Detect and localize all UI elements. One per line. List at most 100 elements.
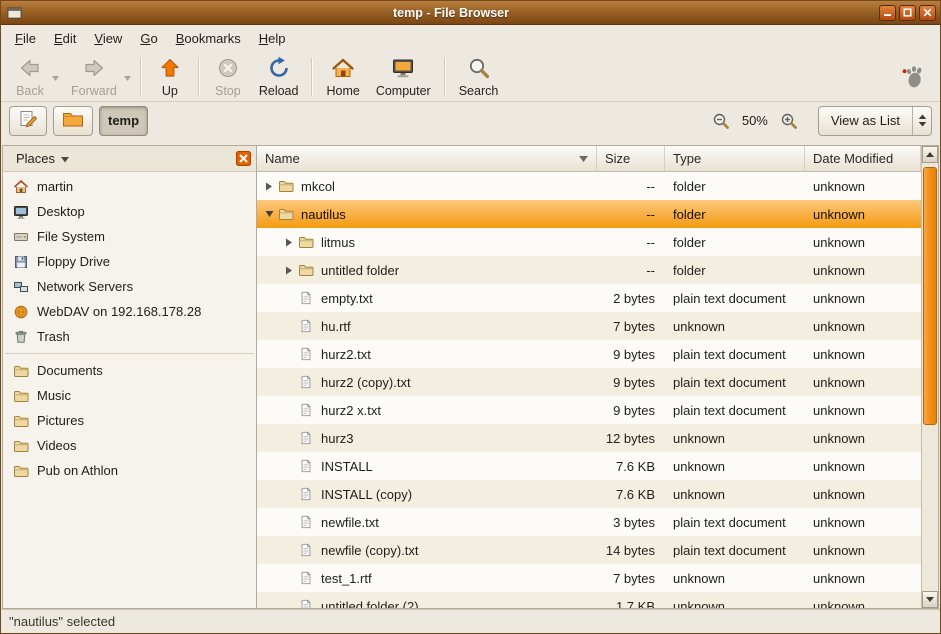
- file-row-install-copy[interactable]: INSTALL (copy)7.6 KBunknownunknown: [257, 480, 921, 508]
- file-name-label: hurz2.txt: [321, 347, 371, 362]
- titlebar[interactable]: temp - File Browser: [1, 1, 940, 25]
- vertical-scrollbar[interactable]: [921, 146, 938, 608]
- file-modified-cell: unknown: [805, 347, 921, 362]
- file-name-label: hurz2 (copy).txt: [321, 375, 411, 390]
- stop-button[interactable]: Stop: [205, 54, 251, 100]
- path-root-button[interactable]: [53, 106, 93, 136]
- file-row-hurz2-copy-txt[interactable]: hurz2 (copy).txt9 bytesplain text docume…: [257, 368, 921, 396]
- file-row-hurz2-x-txt[interactable]: hurz2 x.txt9 bytesplain text documentunk…: [257, 396, 921, 424]
- path-current-button[interactable]: temp: [99, 106, 148, 136]
- sidebar-item-floppy-drive[interactable]: Floppy Drive: [3, 249, 256, 274]
- sidebar-item-music[interactable]: Music: [3, 383, 256, 408]
- menu-bookmarks[interactable]: Bookmarks: [167, 27, 250, 50]
- computer-button[interactable]: Computer: [368, 54, 439, 100]
- file-modified-cell: unknown: [805, 375, 921, 390]
- sidebar-item-file-system[interactable]: File System: [3, 224, 256, 249]
- scroll-up-button[interactable]: [922, 146, 938, 163]
- toolbar-separator: [444, 58, 446, 96]
- search-button[interactable]: Search: [451, 54, 507, 100]
- toggle-location-entry-button[interactable]: [9, 106, 47, 136]
- back-dropdown-button[interactable]: [50, 69, 61, 84]
- sidebar-item-pub-on-athlon[interactable]: Pub on Athlon: [3, 458, 256, 483]
- sidebar-item-pictures[interactable]: Pictures: [3, 408, 256, 433]
- menu-help[interactable]: Help: [250, 27, 295, 50]
- sidebar-item-network-servers[interactable]: Network Servers: [3, 274, 256, 299]
- trash-icon: [12, 329, 29, 345]
- computer-icon: [391, 56, 415, 83]
- expander-open-icon[interactable]: [261, 210, 277, 218]
- menu-edit[interactable]: Edit: [45, 27, 85, 50]
- window-close-button[interactable]: [919, 5, 936, 21]
- file-row-hu-rtf[interactable]: hu.rtf7 bytesunknownunknown: [257, 312, 921, 340]
- file-name-cell: nautilus: [257, 206, 597, 222]
- filesystem-icon: [12, 229, 29, 245]
- window-maximize-button[interactable]: [899, 5, 916, 21]
- scroll-down-button[interactable]: [922, 591, 938, 608]
- menu-view[interactable]: View: [85, 27, 131, 50]
- network-icon: [12, 279, 29, 295]
- reload-button[interactable]: Reload: [251, 54, 307, 100]
- text-file-icon: [297, 290, 315, 306]
- column-header-date-modified[interactable]: Date Modified: [805, 146, 921, 171]
- file-type-cell: unknown: [665, 599, 805, 609]
- zoom-in-button[interactable]: [778, 110, 800, 132]
- reload-icon: [267, 56, 291, 83]
- file-row-untitled-folder[interactable]: untitled folder--folderunknown: [257, 256, 921, 284]
- file-row-empty-txt[interactable]: empty.txt2 bytesplain text documentunkno…: [257, 284, 921, 312]
- back-button[interactable]: Back: [7, 54, 53, 100]
- forward-button[interactable]: Forward: [63, 54, 125, 100]
- toolbar-group-computer: Computer: [368, 54, 439, 100]
- file-row-newfile-txt[interactable]: newfile.txt3 bytesplain text documentunk…: [257, 508, 921, 536]
- location-bar: temp 50% View as List: [1, 102, 940, 139]
- expander-closed-icon[interactable]: [281, 238, 297, 247]
- file-row-newfile-copy-txt[interactable]: newfile (copy).txt14 bytesplain text doc…: [257, 536, 921, 564]
- sidebar-item-label: Desktop: [37, 204, 85, 219]
- file-type-cell: folder: [665, 235, 805, 250]
- file-size-cell: 1.7 KB: [597, 599, 665, 609]
- sidebar-item-martin[interactable]: martin: [3, 174, 256, 199]
- text-file-icon: [297, 542, 315, 558]
- file-row-hurz2-txt[interactable]: hurz2.txt9 bytesplain text documentunkno…: [257, 340, 921, 368]
- file-modified-cell: unknown: [805, 319, 921, 334]
- sidebar-item-trash[interactable]: Trash: [3, 324, 256, 349]
- file-size-cell: 14 bytes: [597, 543, 665, 558]
- expander-closed-icon[interactable]: [261, 182, 277, 191]
- forward-arrow-icon: [82, 56, 106, 83]
- sidebar-item-desktop[interactable]: Desktop: [3, 199, 256, 224]
- zoom-level: 50%: [740, 113, 770, 128]
- file-row-hurz3[interactable]: hurz312 bytesunknownunknown: [257, 424, 921, 452]
- expander-closed-icon[interactable]: [281, 266, 297, 275]
- file-row-mkcol[interactable]: mkcol--folderunknown: [257, 172, 921, 200]
- menu-go[interactable]: Go: [131, 27, 166, 50]
- file-row-litmus[interactable]: litmus--folderunknown: [257, 228, 921, 256]
- column-header-type[interactable]: Type: [665, 146, 805, 171]
- status-bar: "nautilus" selected: [1, 609, 940, 633]
- zoom-out-button[interactable]: [710, 110, 732, 132]
- sidebar-item-webdav-on-192-168-178-28[interactable]: WebDAV on 192.168.178.28: [3, 299, 256, 324]
- file-row-test-1-rtf[interactable]: test_1.rtf7 bytesunknownunknown: [257, 564, 921, 592]
- home-button[interactable]: Home: [318, 54, 367, 100]
- file-name-label: newfile (copy).txt: [321, 543, 419, 558]
- file-row-untitled-folder-2[interactable]: untitled folder (2)1.7 KBunknownunknown: [257, 592, 921, 608]
- file-row-install[interactable]: INSTALL7.6 KBunknownunknown: [257, 452, 921, 480]
- column-header-size[interactable]: Size: [597, 146, 665, 171]
- up-button[interactable]: Up: [147, 54, 193, 100]
- column-header-name[interactable]: Name: [257, 146, 597, 171]
- file-type-cell: plain text document: [665, 375, 805, 390]
- toolbar-group-home: Home: [318, 54, 367, 100]
- scrollbar-thumb[interactable]: [923, 167, 937, 425]
- file-name-cell: newfile (copy).txt: [257, 542, 597, 558]
- file-modified-cell: unknown: [805, 179, 921, 194]
- menu-file[interactable]: File: [6, 27, 45, 50]
- window-controls: [879, 5, 936, 21]
- spinner-arrows-icon: [912, 107, 931, 135]
- window-minimize-button[interactable]: [879, 5, 896, 21]
- file-row-nautilus[interactable]: nautilus--folderunknown: [257, 200, 921, 228]
- forward-dropdown-button[interactable]: [122, 69, 133, 84]
- dropdown-arrow-icon: [52, 69, 59, 84]
- view-selector-dropdown[interactable]: View as List: [818, 106, 932, 136]
- close-sidebar-button[interactable]: [236, 151, 251, 166]
- sidebar-item-videos[interactable]: Videos: [3, 433, 256, 458]
- sidebar-item-documents[interactable]: Documents: [3, 358, 256, 383]
- places-selector[interactable]: Places: [8, 149, 77, 168]
